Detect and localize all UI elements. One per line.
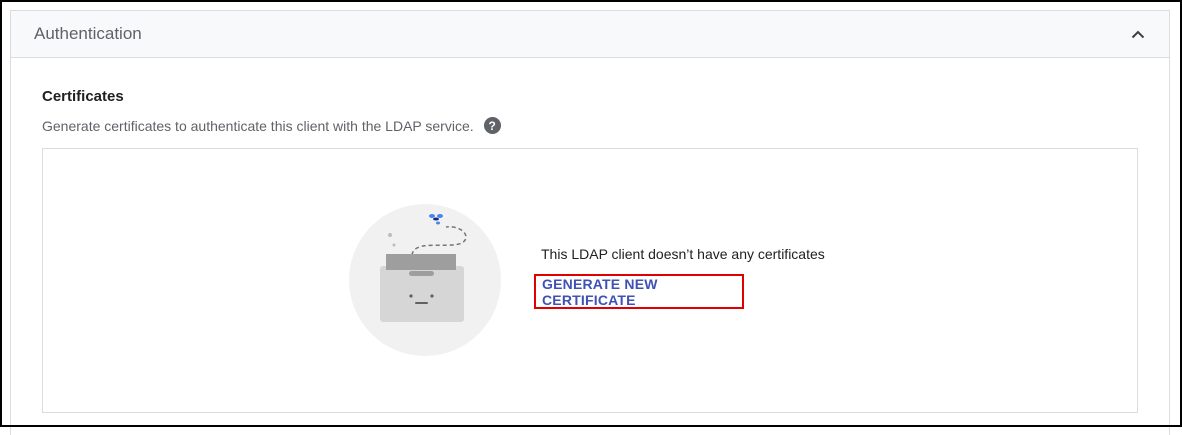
empty-state-container: This LDAP client doesn’t have any certif… — [42, 148, 1138, 413]
panel-header[interactable]: Authentication — [11, 11, 1169, 58]
description-text: Generate certificates to authenticate th… — [42, 117, 474, 134]
empty-box-illustration — [348, 203, 502, 357]
chevron-up-icon[interactable] — [1129, 25, 1147, 43]
generate-certificate-highlight: GENERATE NEW CERTIFICATE — [534, 274, 744, 309]
authentication-panel: Authentication Certificates Generate cer… — [10, 10, 1170, 435]
help-icon[interactable]: ? — [483, 117, 501, 134]
empty-state-message: This LDAP client doesn’t have any certif… — [541, 246, 825, 262]
panel-title: Authentication — [34, 24, 142, 43]
section-title: Certificates — [42, 88, 124, 105]
section-description: Generate certificates to authenticate th… — [42, 117, 501, 134]
generate-new-certificate-button[interactable]: GENERATE NEW CERTIFICATE — [542, 276, 742, 308]
